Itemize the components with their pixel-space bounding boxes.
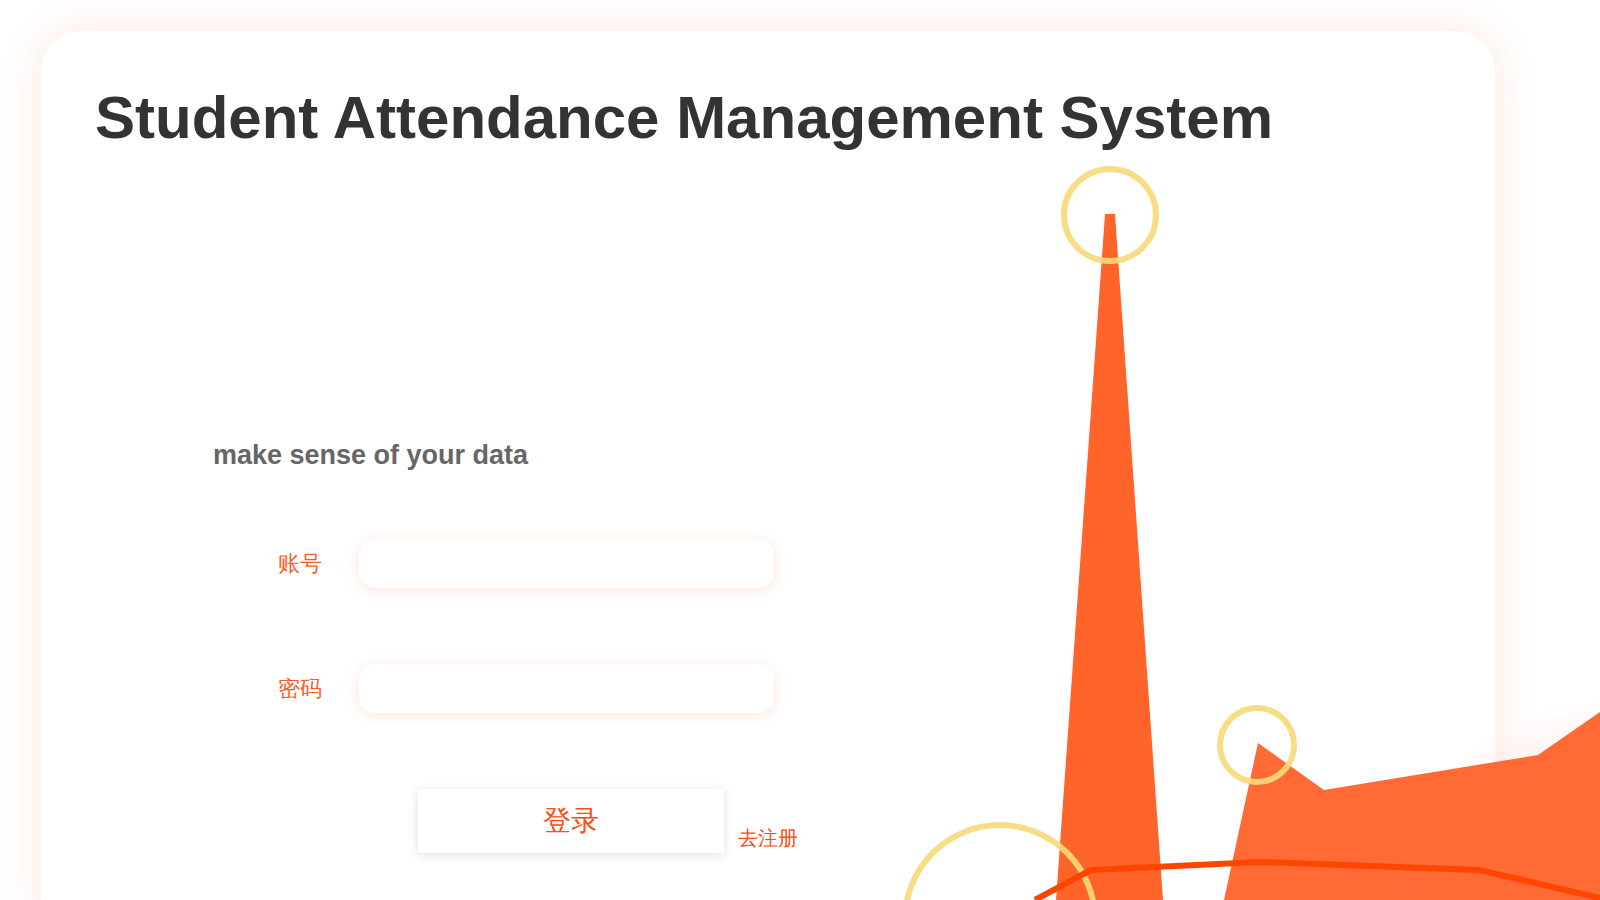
page: Student Attendance Management System make… bbox=[0, 0, 1600, 900]
actions: 登录去注册 bbox=[213, 789, 1495, 853]
login-card: Student Attendance Management System make… bbox=[41, 31, 1495, 900]
decoration-chart-icon bbox=[0, 0, 1600, 900]
form-row: 密码 bbox=[213, 664, 1495, 713]
login-button[interactable]: 登录 bbox=[418, 789, 724, 853]
field-label: 账号 bbox=[213, 550, 322, 578]
text-input[interactable] bbox=[359, 539, 774, 588]
field-label: 密码 bbox=[213, 675, 322, 703]
login-form: make sense of your data 账号密码登录去注册 bbox=[213, 439, 1495, 853]
register-link[interactable]: 去注册 bbox=[738, 826, 798, 851]
form-row: 账号 bbox=[213, 539, 1495, 588]
text-input[interactable] bbox=[359, 664, 774, 713]
app-title: Student Attendance Management System bbox=[95, 88, 1495, 148]
subtitle: make sense of your data bbox=[213, 439, 1495, 473]
